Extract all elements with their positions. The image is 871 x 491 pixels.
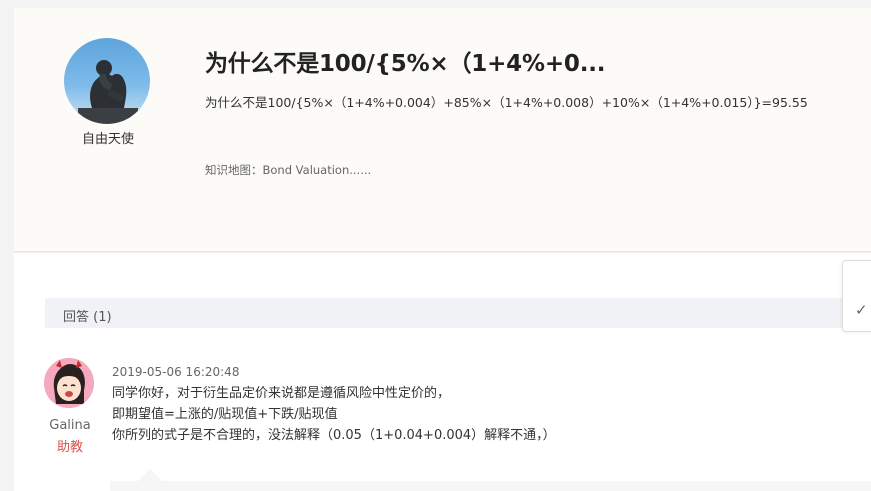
answerer-role-badge: 助教 [56, 440, 83, 455]
cartoon-girl-icon [44, 358, 94, 408]
asker-avatar[interactable] [64, 38, 150, 124]
knowledge-map-tag[interactable]: 知识地图：Bond Valuation...... [205, 162, 371, 178]
page: 自由天使 为什么不是100/{5%×（1+4%+0... 为什么不是100/{5… [0, 0, 871, 491]
answerer-avatar[interactable] [44, 358, 94, 408]
answer-timestamp: 2019-05-06 16:20:48 [112, 365, 240, 379]
reply-box[interactable] [110, 481, 871, 491]
question-card: 自由天使 为什么不是100/{5%×（1+4%+0... 为什么不是100/{5… [14, 8, 871, 252]
answer-line: 即期望值=上涨的/贴现值+下跌/贴现值 [112, 407, 338, 422]
answerer-name[interactable]: Galina [44, 418, 96, 433]
asker: 自由天使 [64, 38, 152, 147]
answerer: Galina 助教 [44, 358, 96, 455]
question-title: 为什么不是100/{5%×（1+4%+0... [205, 51, 606, 77]
reply-box-arrow [138, 469, 162, 481]
answers-count-label: 回答 (1) [63, 310, 112, 325]
check-icon[interactable]: ✓ [855, 301, 868, 319]
thinker-statue-icon [78, 60, 138, 124]
asker-name[interactable]: 自由天使 [64, 128, 152, 147]
answers-header: 回答 (1) [45, 298, 857, 328]
question-body: 为什么不是100/{5%×（1+4%+0.004）+85%×（1+4%+0.00… [205, 95, 808, 110]
answer-line: 同学你好，对于衍生品定价来说都是遵循风险中性定价的， [112, 386, 451, 401]
side-float-tab[interactable]: ✓ [842, 260, 871, 332]
answer-text: 同学你好，对于衍生品定价来说都是遵循风险中性定价的， 即期望值=上涨的/贴现值+… [112, 383, 556, 446]
answers-section: 回答 (1) Galina 助教 2019-05-06 16:20:48 同学你… [14, 253, 871, 491]
answer-line: 你所列的式子是不合理的，没法解释（0.05（1+0.04+0.004）解释不通，… [112, 428, 556, 443]
